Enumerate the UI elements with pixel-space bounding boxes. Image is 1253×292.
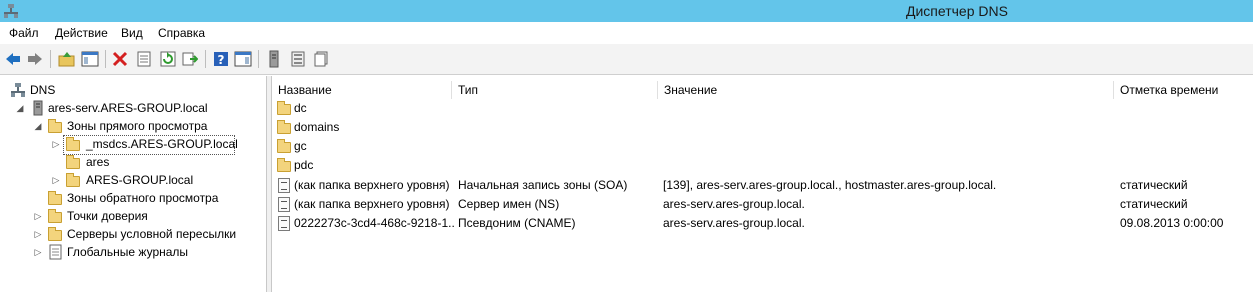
zone-icon <box>66 172 82 188</box>
console-tree: DNS ◢ ares-serv.ARES-GROUP.local ◢ Зоны … <box>0 76 267 292</box>
records-list: Название Тип Значение Отметка времени dc… <box>272 76 1253 292</box>
tree-item-conditional-forwarders[interactable]: ▷ Серверы условной пересылки <box>0 225 266 243</box>
column-header-timestamp[interactable]: Отметка времени <box>1114 81 1253 99</box>
tree-label: Точки доверия <box>67 209 148 223</box>
window-title: Диспетчер DNS <box>906 3 1008 19</box>
record-timestamp: статический <box>1120 197 1188 211</box>
dns-icon <box>11 83 25 97</box>
list-item[interactable]: domains <box>272 118 1253 137</box>
record-value: [139], ares-serv.ares-group.local., host… <box>663 178 997 192</box>
record-timestamp: 09.08.2013 0:00:00 <box>1120 216 1224 230</box>
menu-bar: Файл Действие Вид Справка <box>0 22 1253 45</box>
properties-icon[interactable] <box>134 49 154 69</box>
list-item[interactable]: (как папка верхнего уровня) Начальная за… <box>272 176 1253 195</box>
tree-item-zone-ares[interactable]: ares <box>0 153 266 171</box>
list-item[interactable]: (как папка верхнего уровня) Сервер имен … <box>272 195 1253 214</box>
collapse-arrow-icon[interactable]: ◢ <box>15 99 25 117</box>
tree-label: Зоны прямого просмотра <box>67 119 208 133</box>
tree-label: ARES-GROUP.local <box>86 173 194 187</box>
record-type: Псевдоним (CNAME) <box>458 216 576 230</box>
tree-item-dns[interactable]: DNS <box>0 81 266 99</box>
folder-icon <box>48 118 64 134</box>
record-name: (как папка верхнего уровня) <box>294 197 450 211</box>
tree-item-zone-msdcs[interactable]: ▷ _msdcs.ARES-GROUP.local <box>0 135 266 153</box>
collapse-arrow-icon[interactable]: ◢ <box>33 117 43 135</box>
zone-icon <box>66 154 82 170</box>
forward-arrow-icon[interactable] <box>25 49 45 69</box>
column-header-type[interactable]: Тип <box>452 81 658 99</box>
tree-item-zone-ares-group[interactable]: ▷ ARES-GROUP.local <box>0 171 266 189</box>
up-folder-icon[interactable] <box>57 49 77 69</box>
zone-icon <box>66 136 82 152</box>
record-timestamp: статический <box>1120 178 1188 192</box>
server-icon <box>33 100 43 116</box>
record-type: Сервер имен (NS) <box>458 197 560 211</box>
list-item[interactable]: 0222273c-3cd4-468c-9218-1... Псевдоним (… <box>272 214 1253 233</box>
toolbar: ? <box>0 44 1253 75</box>
tree-item-forward-zones[interactable]: ◢ Зоны прямого просмотра <box>0 117 266 135</box>
server-icon[interactable] <box>264 49 284 69</box>
record-icon <box>277 178 291 193</box>
export-list-icon[interactable] <box>180 49 200 69</box>
tree-label: ares <box>86 155 110 169</box>
menu-view[interactable]: Вид <box>121 26 143 40</box>
record-icon <box>277 216 291 231</box>
list-header: Название Тип Значение Отметка времени <box>272 81 1253 99</box>
folder-icon <box>277 120 291 135</box>
record-value: ares-serv.ares-group.local. <box>663 216 805 230</box>
tree-item-server[interactable]: ◢ ares-serv.ARES-GROUP.local <box>0 99 266 117</box>
help-icon[interactable]: ? <box>211 49 231 69</box>
menu-help[interactable]: Справка <box>158 26 205 40</box>
records-icon[interactable] <box>311 49 331 69</box>
record-name: domains <box>294 120 340 134</box>
folder-icon <box>48 208 64 224</box>
folder-icon <box>277 101 291 116</box>
tree-item-reverse-zones[interactable]: Зоны обратного просмотра <box>0 189 266 207</box>
record-type: Начальная запись зоны (SOA) <box>458 178 628 192</box>
record-name: 0222273c-3cd4-468c-9218-1... <box>294 216 454 230</box>
folder-icon <box>277 158 291 173</box>
svg-text:?: ? <box>218 53 225 67</box>
record-name: gc <box>294 139 307 153</box>
record-name: dc <box>294 101 307 115</box>
logs-icon <box>48 244 64 260</box>
list-item[interactable]: dc <box>272 99 1253 118</box>
expand-arrow-icon[interactable]: ▷ <box>51 171 61 189</box>
zone-list-icon[interactable] <box>288 49 308 69</box>
menu-file[interactable]: Файл <box>9 26 39 40</box>
show-action-pane-icon[interactable] <box>233 49 253 69</box>
tree-item-global-logs[interactable]: ▷ Глобальные журналы <box>0 243 266 261</box>
expand-arrow-icon[interactable]: ▷ <box>51 135 61 153</box>
record-icon <box>277 197 291 212</box>
refresh-icon[interactable] <box>158 49 178 69</box>
delete-icon[interactable] <box>110 49 130 69</box>
record-name: (как папка верхнего уровня) <box>294 178 450 192</box>
record-name: pdc <box>294 158 314 172</box>
tree-label: DNS <box>30 83 56 97</box>
column-header-name[interactable]: Название <box>272 81 452 99</box>
tree-label: Серверы условной пересылки <box>67 227 237 241</box>
tree-label: ares-serv.ARES-GROUP.local <box>48 101 208 115</box>
tree-label: Зоны обратного просмотра <box>67 191 219 205</box>
show-hide-console-tree-icon[interactable] <box>80 49 100 69</box>
folder-icon <box>277 139 291 154</box>
list-item[interactable]: pdc <box>272 156 1253 175</box>
back-arrow-icon[interactable] <box>3 49 23 69</box>
expand-arrow-icon[interactable]: ▷ <box>33 225 43 243</box>
column-header-value[interactable]: Значение <box>658 81 1114 99</box>
menu-action[interactable]: Действие <box>55 26 108 40</box>
tree-label: Глобальные журналы <box>67 245 189 259</box>
expand-arrow-icon[interactable]: ▷ <box>33 207 43 225</box>
folder-icon <box>48 190 64 206</box>
dns-app-icon <box>4 4 18 18</box>
tree-label: _msdcs.ARES-GROUP.local <box>86 137 238 151</box>
folder-icon <box>48 226 64 242</box>
record-value: ares-serv.ares-group.local. <box>663 197 805 211</box>
expand-arrow-icon[interactable]: ▷ <box>33 243 43 261</box>
list-item[interactable]: gc <box>272 137 1253 156</box>
tree-item-trust-points[interactable]: ▷ Точки доверия <box>0 207 266 225</box>
title-bar: Диспетчер DNS <box>0 0 1253 22</box>
